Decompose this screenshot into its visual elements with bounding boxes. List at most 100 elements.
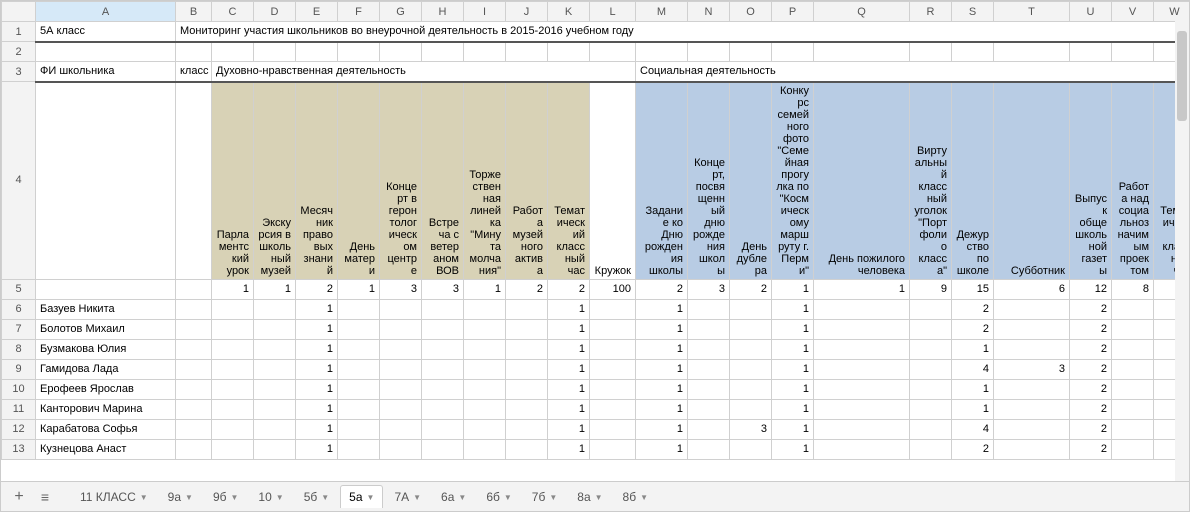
cell-r13-c0[interactable] (176, 439, 212, 459)
cell-r11-c8[interactable] (506, 399, 548, 419)
cell-r11-c1[interactable] (212, 399, 254, 419)
sheets-menu-button[interactable]: ≡ (33, 485, 57, 509)
cell-r12-c15[interactable] (814, 419, 910, 439)
cell-r12-c10[interactable] (590, 419, 636, 439)
cell-r12-c14[interactable]: 1 (772, 419, 814, 439)
column-header-R[interactable]: R (910, 2, 952, 22)
student-name-13[interactable]: Кузнецова Анаст (36, 439, 176, 459)
cell-r13-c16[interactable] (910, 439, 952, 459)
cell-r5-c13[interactable]: 2 (730, 279, 772, 299)
cell-r9-c15[interactable] (814, 359, 910, 379)
cell-T2[interactable] (994, 42, 1070, 62)
cell-r5-c16[interactable]: 9 (910, 279, 952, 299)
cell-r7-c11[interactable]: 1 (636, 319, 688, 339)
cell-r6-c13[interactable] (730, 299, 772, 319)
cell-r13-c9[interactable]: 1 (548, 439, 590, 459)
cell-r12-c8[interactable] (506, 419, 548, 439)
sheet-tab-5а[interactable]: 5а▼ (340, 485, 383, 508)
cell-r7-c14[interactable]: 1 (772, 319, 814, 339)
column-header-Q[interactable]: Q (814, 2, 910, 22)
cell-r10-c0[interactable] (176, 379, 212, 399)
cell-r10-c13[interactable] (730, 379, 772, 399)
cell-r7-c17[interactable]: 2 (952, 319, 994, 339)
cell-r10-c9[interactable]: 1 (548, 379, 590, 399)
chevron-down-icon[interactable]: ▼ (458, 493, 466, 502)
cell-r13-c10[interactable] (590, 439, 636, 459)
student-name-7[interactable]: Болотов Михаил (36, 319, 176, 339)
cell-r8-c17[interactable]: 1 (952, 339, 994, 359)
row-header-2[interactable]: 2 (2, 42, 36, 62)
cell-H2[interactable] (422, 42, 464, 62)
activity-header-3[interactable]: День матери (338, 82, 380, 280)
cell-B4[interactable] (176, 82, 212, 280)
activity-header-16[interactable]: Дежурство по школе (952, 82, 994, 280)
cell-r13-c8[interactable] (506, 439, 548, 459)
sheet-tab-8б[interactable]: 8б▼ (614, 485, 657, 508)
cell-r7-c10[interactable] (590, 319, 636, 339)
cell-r7-c1[interactable] (212, 319, 254, 339)
row-header-5[interactable]: 5 (2, 279, 36, 299)
cell-r10-c14[interactable]: 1 (772, 379, 814, 399)
cell-r6-c10[interactable] (590, 299, 636, 319)
cell-r10-c20[interactable] (1112, 379, 1154, 399)
cell-r7-c3[interactable]: 1 (296, 319, 338, 339)
select-all-corner[interactable] (2, 2, 36, 22)
cell-r13-c4[interactable] (338, 439, 380, 459)
cell-r12-c0[interactable] (176, 419, 212, 439)
cell-r13-c11[interactable]: 1 (636, 439, 688, 459)
chevron-down-icon[interactable]: ▼ (276, 493, 284, 502)
cell-r13-c1[interactable] (212, 439, 254, 459)
cell-r9-c1[interactable] (212, 359, 254, 379)
cell-r13-c2[interactable] (254, 439, 296, 459)
group-header-spiritual[interactable]: Духовно-нравственная деятельность (212, 62, 636, 82)
cell-r6-c17[interactable]: 2 (952, 299, 994, 319)
sheet-tab-7б[interactable]: 7б▼ (523, 485, 566, 508)
cell-r12-c4[interactable] (338, 419, 380, 439)
cell-r5-c1[interactable]: 1 (212, 279, 254, 299)
cell-r10-c17[interactable]: 1 (952, 379, 994, 399)
cell-O2[interactable] (730, 42, 772, 62)
cell-r5-c11[interactable]: 2 (636, 279, 688, 299)
cell-r5-c15[interactable]: 1 (814, 279, 910, 299)
cell-r6-c0[interactable] (176, 299, 212, 319)
cell-r11-c7[interactable] (464, 399, 506, 419)
cell-r12-c1[interactable] (212, 419, 254, 439)
cell-r5-c5[interactable]: 3 (380, 279, 422, 299)
cell-r5-c17[interactable]: 15 (952, 279, 994, 299)
cell-r13-c5[interactable] (380, 439, 422, 459)
cell-r13-c3[interactable]: 1 (296, 439, 338, 459)
sheet-tab-8а[interactable]: 8а▼ (568, 485, 611, 508)
cell-title-row1[interactable]: Мониторинг участия школьников во внеуроч… (176, 22, 1190, 42)
cell-r12-c17[interactable]: 4 (952, 419, 994, 439)
cell-r5-c0[interactable] (176, 279, 212, 299)
cell-r10-c4[interactable] (338, 379, 380, 399)
cell-r5-c7[interactable]: 1 (464, 279, 506, 299)
cell-r7-c13[interactable] (730, 319, 772, 339)
cell-G2[interactable] (380, 42, 422, 62)
cell-F2[interactable] (338, 42, 380, 62)
cell-r11-c3[interactable]: 1 (296, 399, 338, 419)
cell-r10-c16[interactable] (910, 379, 952, 399)
column-header-G[interactable]: G (380, 2, 422, 22)
cell-r7-c15[interactable] (814, 319, 910, 339)
cell-r6-c8[interactable] (506, 299, 548, 319)
cell-r9-c13[interactable] (730, 359, 772, 379)
cell-r8-c3[interactable]: 1 (296, 339, 338, 359)
cell-r10-c7[interactable] (464, 379, 506, 399)
cell-A1[interactable]: 5А класс (36, 22, 176, 42)
column-header-F[interactable]: F (338, 2, 380, 22)
cell-r5-c8[interactable]: 2 (506, 279, 548, 299)
cell-r12-c18[interactable] (994, 419, 1070, 439)
activity-header-9[interactable]: Кружок (590, 82, 636, 280)
student-name-8[interactable]: Бузмакова Юлия (36, 339, 176, 359)
column-header-D[interactable]: D (254, 2, 296, 22)
chevron-down-icon[interactable]: ▼ (230, 493, 238, 502)
activity-header-0[interactable]: Парламентский урок (212, 82, 254, 280)
cell-r11-c2[interactable] (254, 399, 296, 419)
cell-M2[interactable] (636, 42, 688, 62)
cell-B2[interactable] (176, 42, 212, 62)
student-name-5[interactable] (36, 279, 176, 299)
cell-r6-c12[interactable] (688, 299, 730, 319)
cell-r7-c5[interactable] (380, 319, 422, 339)
cell-r12-c19[interactable]: 2 (1070, 419, 1112, 439)
